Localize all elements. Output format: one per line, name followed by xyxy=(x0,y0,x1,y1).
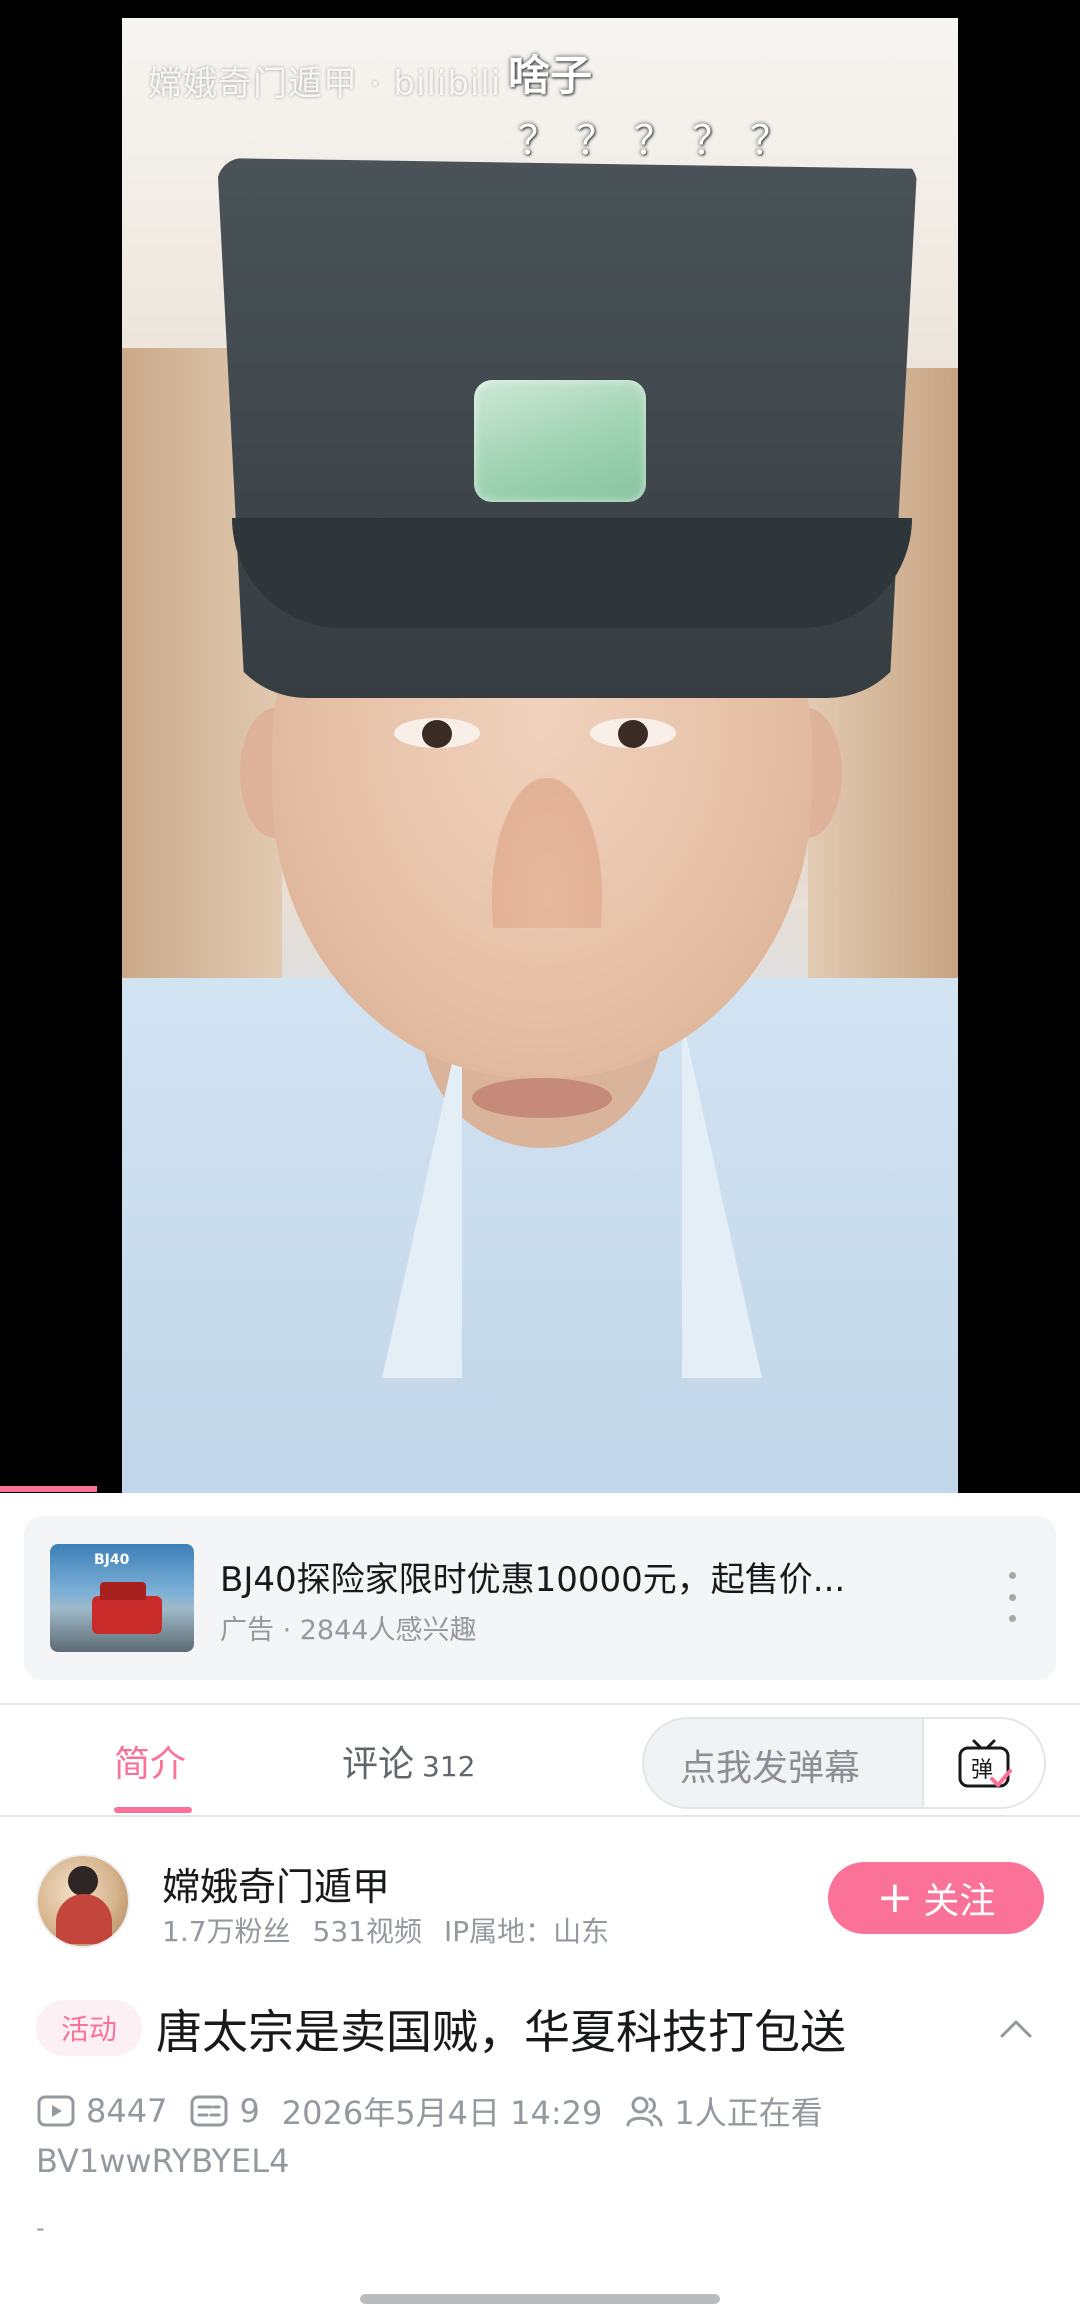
ad-meta: 广告 · 2844人感兴趣 xyxy=(220,1615,477,1646)
ad-thumbnail-car xyxy=(92,1582,162,1634)
uploader-fans: 1.7万粉丝 xyxy=(162,1915,291,1948)
play-count-icon xyxy=(37,2095,75,2127)
video-scene-collar-left xyxy=(262,1018,462,1378)
video-scene-collar-right xyxy=(682,1018,882,1378)
tab-comments[interactable]: 评论 312 xyxy=(342,1735,475,1787)
video-meta-row: 8447 9 2026年5月4日 14:29 1人正在看 xyxy=(36,2088,845,2134)
video-watermark: 嫦娥奇门遁甲 · bilibili xyxy=(148,64,502,104)
publish-datetime: 2026年5月4日 14:29 xyxy=(281,2094,603,2132)
danmaku-input[interactable]: 点我发弹幕 xyxy=(680,1739,860,1791)
avatar[interactable] xyxy=(36,1854,130,1948)
activity-tag[interactable]: 活动 xyxy=(36,2000,142,2056)
play-count: 8447 xyxy=(86,2092,168,2130)
video-scene-nose xyxy=(492,778,602,928)
follow-button[interactable]: + 关注 xyxy=(828,1862,1044,1934)
tab-intro[interactable]: 简介 xyxy=(114,1735,186,1787)
video-caption: 啥子 xyxy=(508,51,593,100)
ad-thumbnail-tag: BJ40 xyxy=(94,1552,130,1568)
danmaku-count: 9 xyxy=(239,2092,260,2130)
follow-label: 关注 xyxy=(923,1881,996,1922)
tab-comments-count: 312 xyxy=(422,1750,476,1783)
video-scene-eye-left xyxy=(394,718,480,748)
watching-count: 1人正在看 xyxy=(674,2094,823,2132)
bvid[interactable]: BV1wwRYBYEL4 xyxy=(36,2142,289,2180)
uploader-ip: IP属地：山东 xyxy=(443,1915,610,1948)
video-description: - xyxy=(36,2214,45,2242)
danmaku-tv-svg: 弹 xyxy=(958,1739,1012,1788)
more-vertical-icon[interactable] xyxy=(1000,1572,1024,1622)
video-player[interactable]: 嫦娥奇门遁甲 · bilibili 啥子 ？？？？？ xyxy=(0,0,1080,1493)
uploader-name[interactable]: 嫦娥奇门遁甲 xyxy=(162,1856,390,1911)
tab-comments-label: 评论 xyxy=(342,1744,415,1785)
danmaku-icon-char: 弹 xyxy=(971,1758,993,1783)
uploader-videos: 531视频 xyxy=(312,1915,422,1948)
chevron-up-icon[interactable] xyxy=(996,2008,1036,2048)
video-frame[interactable]: 嫦娥奇门遁甲 · bilibili 啥子 ？？？？？ xyxy=(122,18,958,1493)
video-title: 唐太宗是卖国贼，华夏科技打包送 xyxy=(156,2005,846,2059)
danmaku-count-icon xyxy=(190,2095,228,2127)
plus-icon: + xyxy=(876,1872,914,1923)
video-scene-hat-jade xyxy=(474,380,646,502)
video-scene-mouth xyxy=(472,1078,612,1118)
video-scene-eye-right xyxy=(590,718,676,748)
uploader-stats: 1.7万粉丝 531视频 IP属地：山东 xyxy=(162,1910,631,1950)
divider xyxy=(0,1815,1080,1817)
watching-icon xyxy=(626,2096,663,2127)
ad-card[interactable]: BJ40 BJ40探险家限时优惠10000元，起售价... 广告 · 2844人… xyxy=(24,1516,1056,1680)
video-caption-questions: ？？？？？ xyxy=(518,118,808,164)
ad-thumbnail[interactable]: BJ40 xyxy=(50,1544,194,1652)
danmaku-entry[interactable]: 点我发弹幕 弹 xyxy=(642,1717,1046,1809)
ad-title[interactable]: BJ40探险家限时优惠10000元，起售价... xyxy=(220,1552,960,1601)
tabs-bar: 简介 评论 312 点我发弹幕 弹 xyxy=(0,1705,1080,1815)
video-progress-bar[interactable] xyxy=(0,1486,97,1492)
home-indicator[interactable] xyxy=(360,2294,720,2304)
tab-active-indicator xyxy=(114,1807,192,1813)
danmaku-tv-icon[interactable]: 弹 xyxy=(922,1719,1044,1807)
video-scene-hat-band xyxy=(232,518,912,628)
